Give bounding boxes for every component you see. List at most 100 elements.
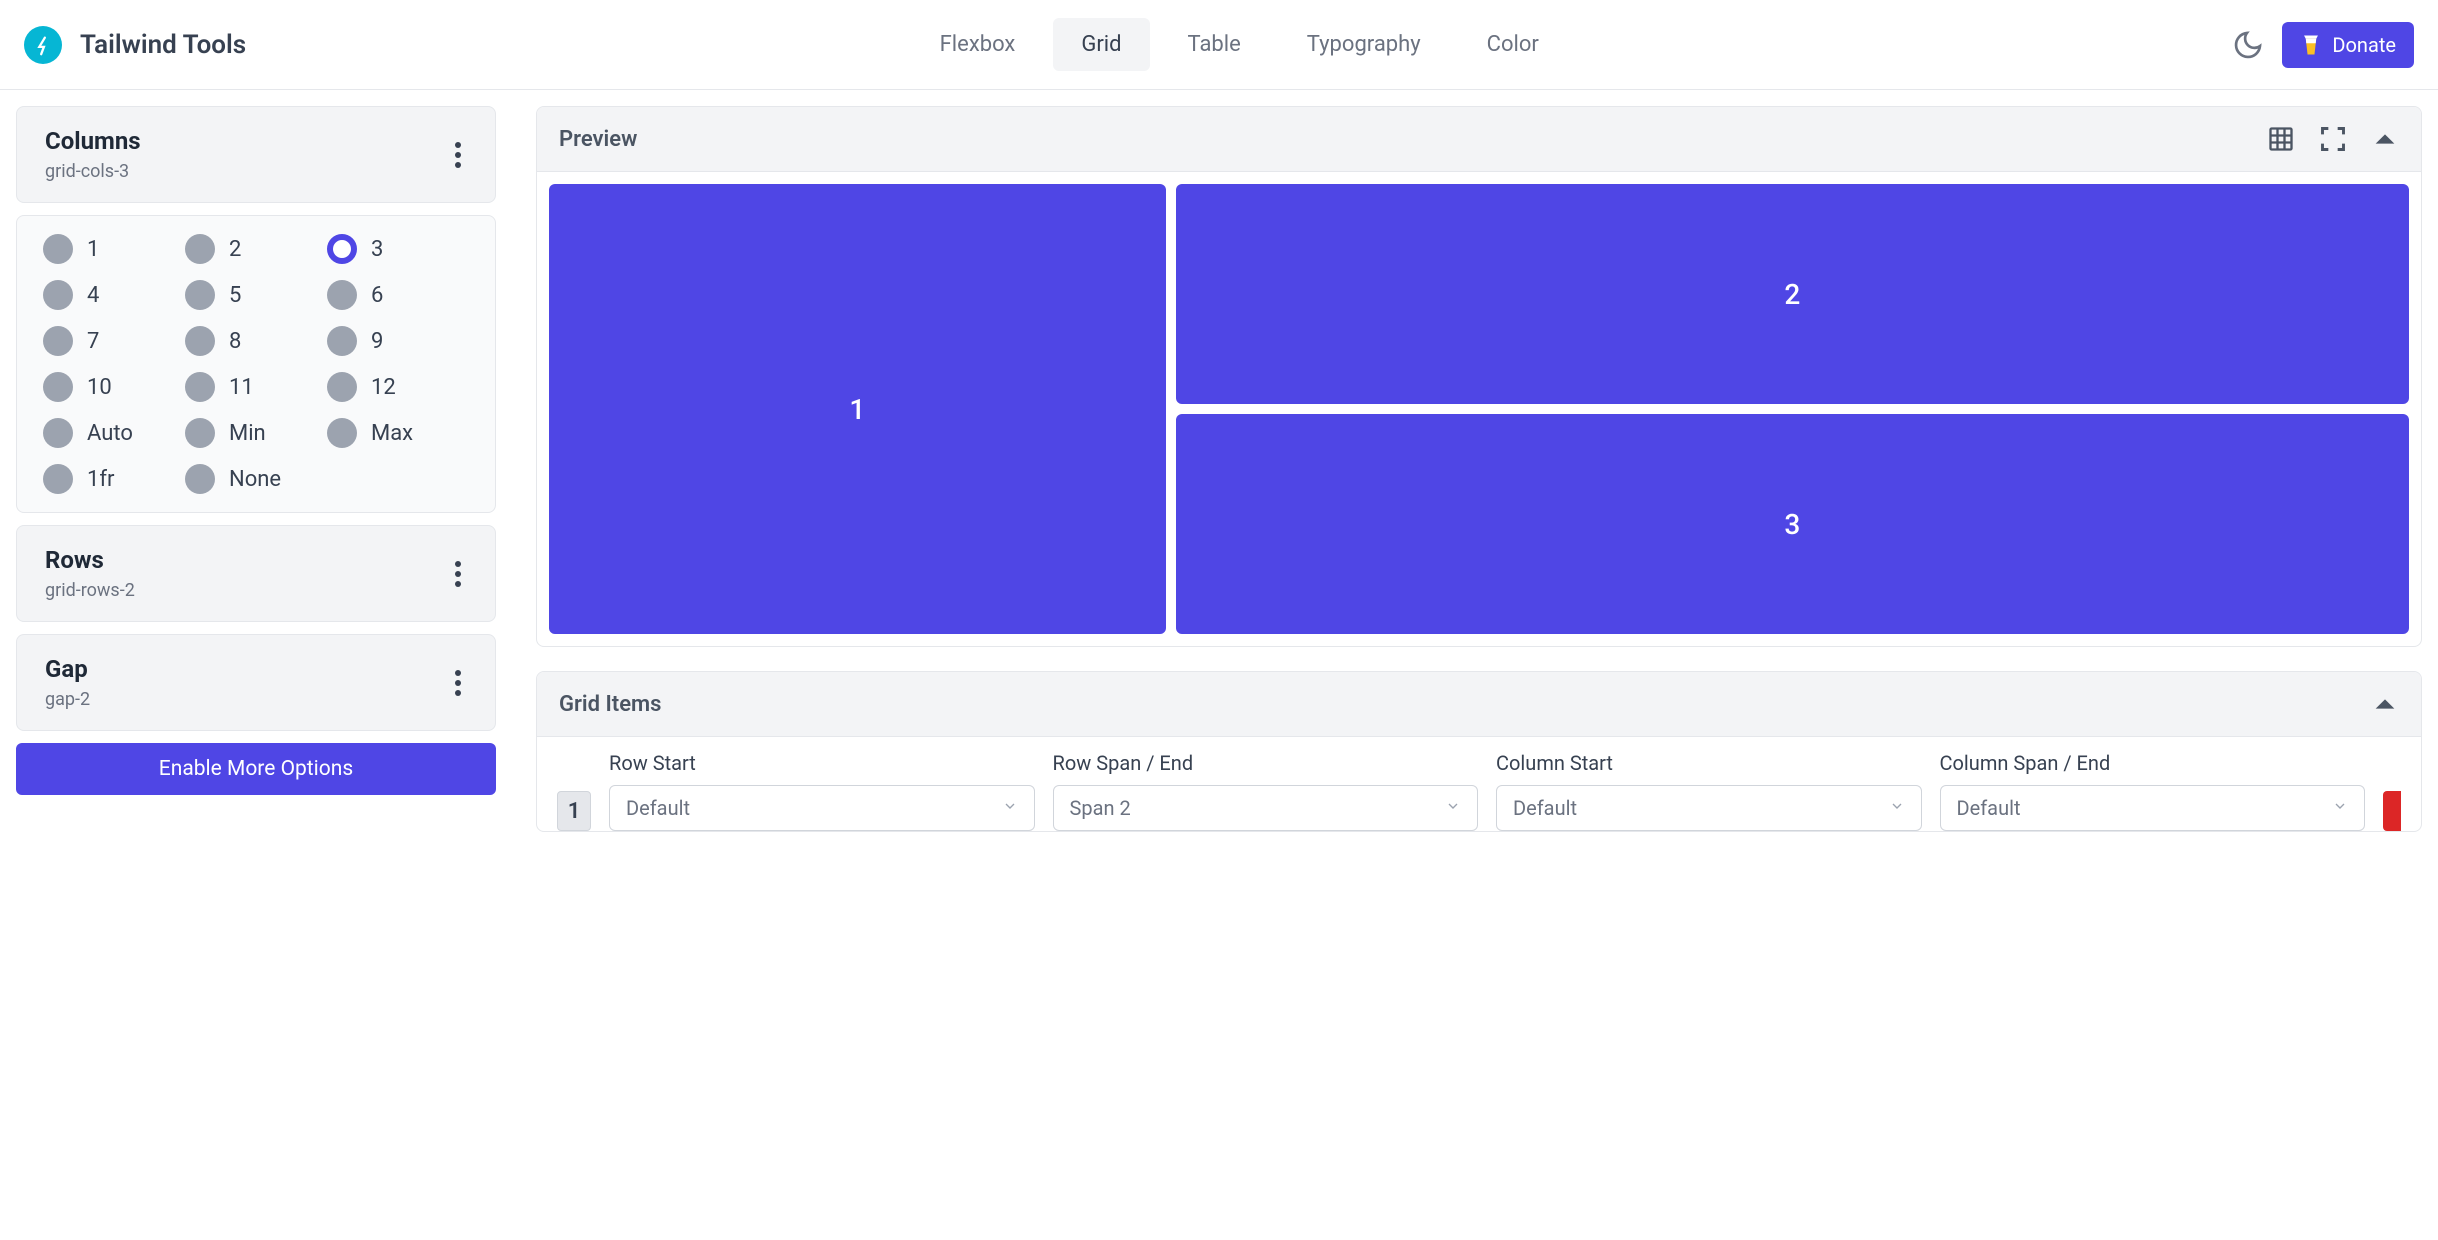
radio-option[interactable]: 11	[185, 372, 327, 402]
select-value: Default	[626, 796, 690, 820]
radio-option[interactable]: 5	[185, 280, 327, 310]
radio-circle	[327, 234, 357, 264]
delete-button[interactable]	[2383, 791, 2401, 831]
radio-option[interactable]: 1	[43, 234, 185, 264]
radio-circle	[185, 372, 215, 402]
columns-options: 123456789101112AutoMinMax1frNone	[16, 215, 496, 513]
radio-label: 10	[87, 375, 112, 400]
radio-label: Auto	[87, 421, 133, 446]
radio-circle	[43, 464, 73, 494]
app-header: Tailwind Tools Flexbox Grid Table Typogr…	[0, 0, 2438, 90]
radio-option[interactable]: 8	[185, 326, 327, 356]
select-column-span[interactable]: Default	[1940, 785, 2366, 831]
preview-panel: Preview	[536, 106, 2422, 647]
radio-label: 12	[371, 375, 396, 400]
radio-option[interactable]: Min	[185, 418, 327, 448]
radio-option[interactable]: 6	[327, 280, 469, 310]
radio-option[interactable]: 10	[43, 372, 185, 402]
radio-label: 9	[371, 329, 383, 354]
moon-icon[interactable]	[2232, 29, 2264, 61]
field-column-span: Column Span / End Default	[1940, 751, 2366, 831]
radio-label: Max	[371, 421, 413, 446]
select-column-start[interactable]: Default	[1496, 785, 1922, 831]
radio-option[interactable]: None	[185, 464, 327, 494]
select-value: Span 2	[1070, 796, 1131, 820]
chevron-up-icon[interactable]	[2371, 125, 2399, 153]
chevron-down-icon	[1002, 798, 1018, 818]
main-content: Columns grid-cols-3 123456789101112AutoM…	[0, 90, 2438, 848]
radio-label: 1	[87, 237, 99, 262]
more-vertical-icon[interactable]	[449, 664, 467, 702]
radio-circle	[185, 464, 215, 494]
gap-panel[interactable]: Gap gap-2	[16, 634, 496, 731]
radio-option[interactable]: 4	[43, 280, 185, 310]
chevron-down-icon	[2332, 798, 2348, 818]
radio-label: 5	[229, 283, 241, 308]
radio-circle	[327, 280, 357, 310]
more-vertical-icon[interactable]	[449, 555, 467, 593]
radio-circle	[43, 418, 73, 448]
radio-option[interactable]: 12	[327, 372, 469, 402]
chevron-down-icon	[1889, 798, 1905, 818]
item-number: 1	[557, 791, 591, 831]
nav-table[interactable]: Table	[1160, 18, 1269, 71]
header-left: Tailwind Tools	[24, 26, 246, 64]
gap-subtitle: gap-2	[45, 689, 90, 710]
radio-circle	[327, 418, 357, 448]
enable-more-button[interactable]: Enable More Options	[16, 743, 496, 795]
radio-label: None	[229, 467, 281, 492]
columns-title: Columns	[45, 127, 141, 155]
radio-label: 7	[87, 329, 99, 354]
rows-title: Rows	[45, 546, 135, 574]
sidebar: Columns grid-cols-3 123456789101112AutoM…	[16, 106, 496, 832]
field-label: Column Span / End	[1940, 751, 2366, 775]
radio-option[interactable]: 2	[185, 234, 327, 264]
radio-circle	[43, 372, 73, 402]
radio-circle	[185, 280, 215, 310]
gap-title: Gap	[45, 655, 90, 683]
select-row-start[interactable]: Default	[609, 785, 1035, 831]
radio-label: 3	[371, 237, 383, 262]
radio-option[interactable]: 7	[43, 326, 185, 356]
select-row-span[interactable]: Span 2	[1053, 785, 1479, 831]
radio-circle	[185, 234, 215, 264]
chevron-up-icon[interactable]	[2371, 690, 2399, 718]
brand-name: Tailwind Tools	[80, 30, 246, 60]
radio-circle	[185, 418, 215, 448]
radio-option[interactable]: 1fr	[43, 464, 185, 494]
radio-option[interactable]: 9	[327, 326, 469, 356]
nav-typography[interactable]: Typography	[1279, 18, 1449, 71]
grid-items-body: 1 Row Start Default Row Span / End	[537, 737, 2421, 831]
rows-subtitle: grid-rows-2	[45, 580, 135, 601]
more-vertical-icon[interactable]	[449, 136, 467, 174]
radio-label: 11	[229, 375, 254, 400]
grid-cell: 2	[1176, 184, 2409, 404]
nav-flexbox[interactable]: Flexbox	[912, 18, 1044, 71]
radio-circle	[327, 372, 357, 402]
field-column-start: Column Start Default	[1496, 751, 1922, 831]
radio-option[interactable]: 3	[327, 234, 469, 264]
nav-grid[interactable]: Grid	[1053, 18, 1149, 71]
preview-body: 1 2 3	[537, 172, 2421, 646]
cup-icon	[2300, 32, 2322, 58]
main-nav: Flexbox Grid Table Typography Color	[912, 18, 1567, 71]
donate-button[interactable]: Donate	[2282, 22, 2414, 68]
radio-circle	[185, 326, 215, 356]
field-row-start: Row Start Default	[609, 751, 1035, 831]
fullscreen-icon[interactable]	[2319, 125, 2347, 153]
logo-icon[interactable]	[24, 26, 62, 64]
radio-option[interactable]: Max	[327, 418, 469, 448]
radio-label: 4	[87, 283, 99, 308]
nav-color[interactable]: Color	[1459, 18, 1567, 71]
field-label: Column Start	[1496, 751, 1922, 775]
grid-items-title: Grid Items	[559, 692, 661, 717]
select-value: Default	[1513, 796, 1577, 820]
field-label: Row Span / End	[1053, 751, 1479, 775]
radio-option[interactable]: Auto	[43, 418, 185, 448]
grid-icon[interactable]	[2267, 125, 2295, 153]
field-row-span: Row Span / End Span 2	[1053, 751, 1479, 831]
radio-circle	[43, 280, 73, 310]
rows-panel[interactable]: Rows grid-rows-2	[16, 525, 496, 622]
chevron-down-icon	[1445, 798, 1461, 818]
radio-label: 8	[229, 329, 241, 354]
